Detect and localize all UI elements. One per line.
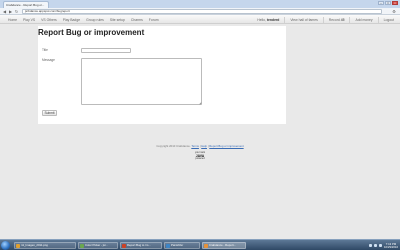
wrench-icon[interactable]: ⚙ [391,9,397,14]
nav-divider [322,16,324,23]
minimize-icon[interactable]: – [378,1,384,5]
nav-item-charms[interactable]: Charms [131,18,143,22]
app-icon [16,244,20,248]
submit-button[interactable]: Submit [42,110,57,116]
nav-item-vs-others[interactable]: VS Others [41,18,57,22]
clock[interactable]: 7:13 PM 10/29/2010 [384,242,398,249]
taskbar-item-active[interactable]: Crabdance - Report... [202,242,246,249]
taskbar-item[interactable]: Color Picker - jsr... [78,242,118,249]
browser-tab[interactable]: Crabdance - Report Bug or... [3,1,49,8]
taskbar-item-label: ml_Imagen_2011.png [21,243,48,247]
nav-item-home[interactable]: Home [8,18,17,22]
title-input[interactable] [81,48,131,53]
nav-divider [377,16,379,23]
nav-item-logout[interactable]: Logout [384,18,394,22]
app-icon [166,244,170,248]
powered-by-badge[interactable]: your rank JAVA powered [190,151,210,161]
close-icon[interactable]: × [392,1,398,5]
nav-item-record[interactable]: Record 45 [329,18,345,22]
reload-icon[interactable]: ↻ [14,9,19,14]
badge-bottom-text: powered [195,156,205,160]
browser-toolbar: ◀ ▶ ↻ jsrbdance.appspot.com/bugreport ⚙ [0,8,400,15]
window-controls: – □ × [378,1,398,5]
nav-divider [349,16,351,23]
nav-divider [284,16,286,23]
title-label: Title [42,48,48,52]
nav-item-hall-of-fames[interactable]: View hall of fames [290,18,317,22]
report-link[interactable]: Report Bug or improvement [209,144,243,148]
message-label: Message [42,58,55,62]
taskbar: ml_Imagen_2011.png Color Picker - jsr...… [0,239,400,250]
help-link[interactable]: Help [201,144,207,148]
report-form-panel: Report Bug or improvement Title Message … [38,26,286,124]
nav-left: Home Play VS VS Others Play Badge Group … [8,15,159,24]
copyright-text: Copyright 2010 Crabdance. [156,144,191,148]
flag-icon[interactable] [379,244,382,247]
site-navbar: Home Play VS VS Others Play Badge Group … [0,15,400,24]
app-icon [80,244,84,248]
start-orb-icon[interactable] [1,241,10,250]
nav-item-play-badge[interactable]: Play Badge [63,18,80,22]
taskbar-item-label: Crabdance - Report... [209,243,236,247]
terms-link[interactable]: Terms [191,144,199,148]
user-name[interactable]: tenderd [267,18,279,22]
volume-icon[interactable] [374,244,377,247]
record-label: Record [328,17,340,22]
taskbar-item[interactable]: Paint2Ver [164,242,200,249]
page-footer: Copyright 2010 Crabdance. Terms | Help |… [156,144,244,148]
greeting-prefix: Hello, [257,17,266,22]
app-icon [204,244,208,248]
taskbar-item-label: Color Picker - jsr... [85,243,108,247]
record-value: 45 [340,17,345,22]
nav-right: Hello, tenderd View hall of fames Record… [257,15,394,24]
nav-item-group-rules[interactable]: Group rules [86,18,104,22]
nav-item-forum[interactable]: Forum [149,18,159,22]
nav-item-add-money[interactable]: Add money [355,18,372,22]
taskbar-item[interactable]: ml_Imagen_2011.png [14,242,76,249]
maximize-icon[interactable]: □ [385,1,391,5]
message-textarea[interactable] [81,58,202,105]
taskbar-item[interactable]: Report Bug to rm... [120,242,162,249]
network-icon[interactable] [369,244,372,247]
taskbar-item-label: Paint2Ver [171,243,184,247]
forward-icon[interactable]: ▶ [8,9,13,14]
address-bar[interactable]: jsrbdance.appspot.com/bugreport [22,9,382,14]
app-icon [122,244,126,248]
system-tray: 7:13 PM 10/29/2010 [369,242,398,249]
clock-date: 10/29/2010 [384,244,398,249]
browser-tabstrip: Crabdance - Report Bug or... – □ × [0,0,400,8]
nav-item-play-vs[interactable]: Play VS [23,18,35,22]
back-icon[interactable]: ◀ [2,9,7,14]
taskbar-item-label: Report Bug to rm... [127,243,151,247]
user-greeting: Hello, tenderd [257,18,279,22]
page-title: Report Bug or improvement [38,28,145,37]
nav-item-site-setup[interactable]: Site setup [110,18,125,22]
resize-grip-icon[interactable]: ◢ [199,102,202,105]
